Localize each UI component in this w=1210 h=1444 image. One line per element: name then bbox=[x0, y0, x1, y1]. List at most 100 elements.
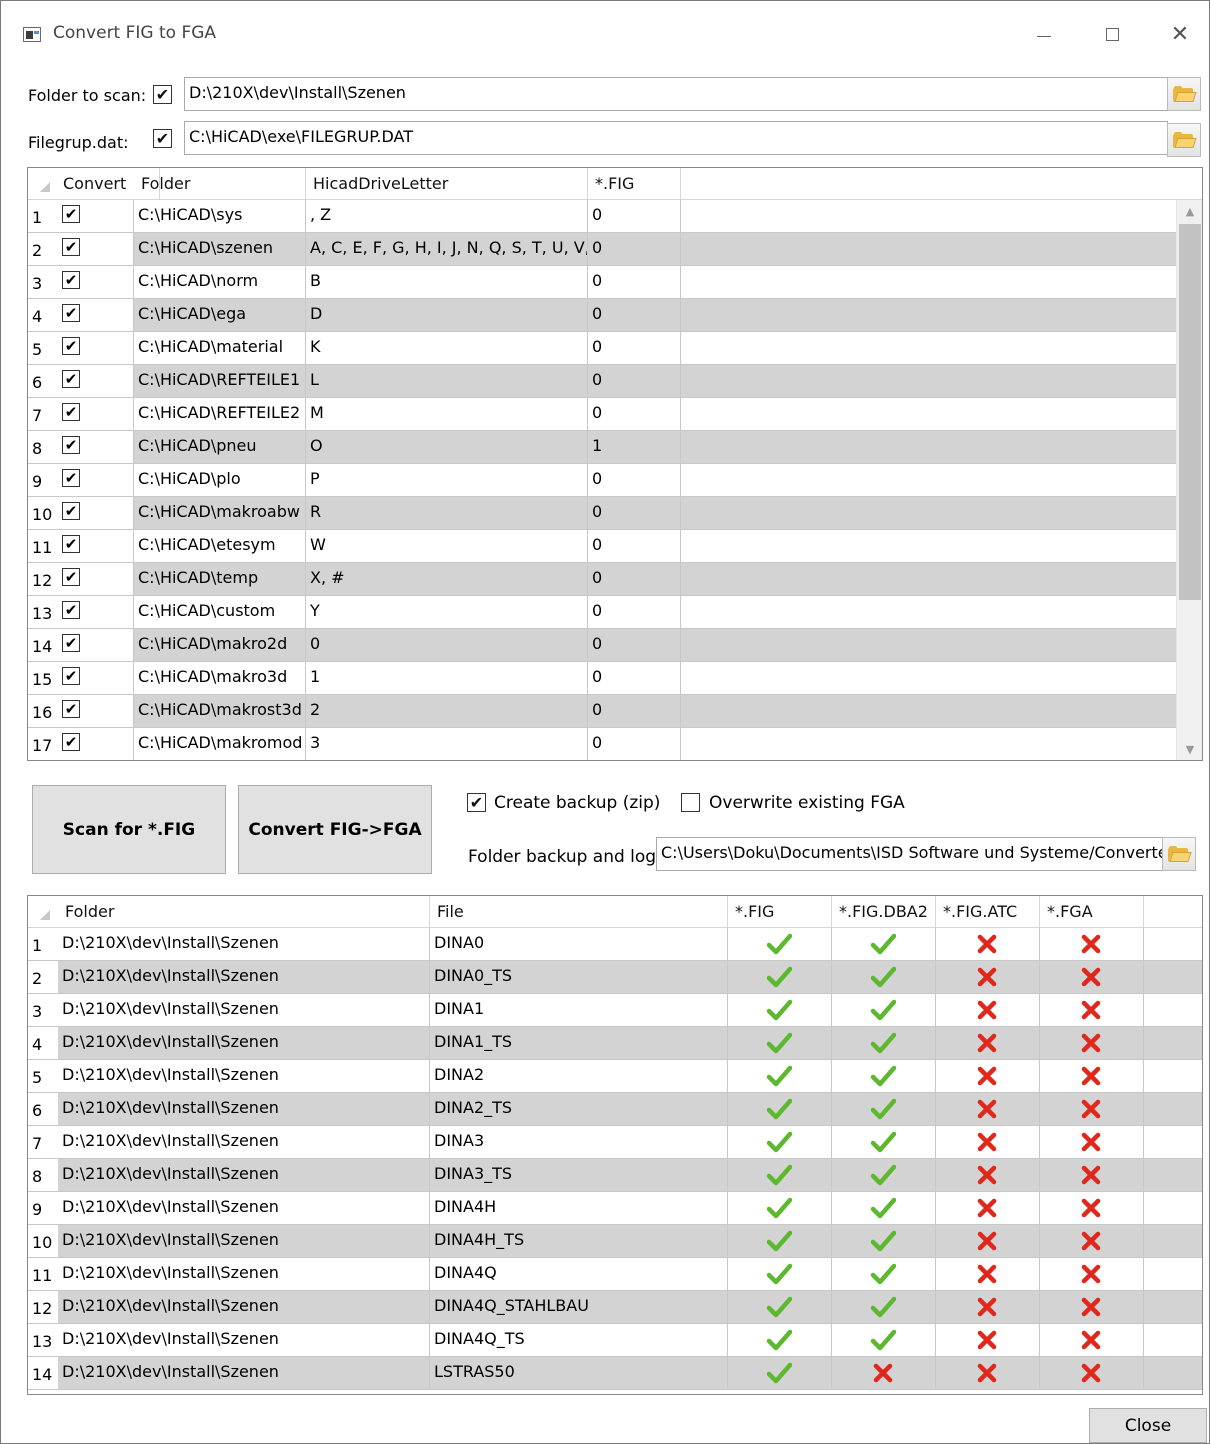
table-row[interactable]: 14 D:\210X\dev\Install\Szenen LSTRAS50 bbox=[28, 1357, 1202, 1390]
convert-checkbox[interactable]: ✔ bbox=[62, 337, 80, 355]
backup-folder-browse-button[interactable] bbox=[1162, 837, 1196, 871]
create-backup-checkbox[interactable]: ✔ bbox=[467, 793, 486, 812]
table-row[interactable]: 7 D:\210X\dev\Install\Szenen DINA3 bbox=[28, 1126, 1202, 1159]
table-row[interactable]: 5 D:\210X\dev\Install\Szenen DINA2 bbox=[28, 1060, 1202, 1093]
convert-checkbox[interactable]: ✔ bbox=[62, 304, 80, 322]
maximize-button[interactable] bbox=[1089, 17, 1135, 51]
table-row[interactable]: 7 ✔ C:\HiCAD\REFTEILE2 M 0 bbox=[28, 398, 1176, 431]
table-row[interactable]: 5 ✔ C:\HiCAD\material K 0 bbox=[28, 332, 1176, 365]
cross-icon bbox=[1081, 1066, 1101, 1086]
close-button[interactable]: Close bbox=[1089, 1408, 1207, 1443]
row-number: 10 bbox=[32, 1233, 53, 1252]
table-row[interactable]: 12 ✔ C:\HiCAD\temp X, #0 bbox=[28, 563, 1176, 596]
cross-icon bbox=[873, 1363, 893, 1383]
scan-button[interactable]: Scan for *.FIG bbox=[32, 785, 226, 874]
scroll-up-icon[interactable]: ▲ bbox=[1177, 200, 1202, 222]
folders-grid-scroll-thumb[interactable] bbox=[1179, 224, 1201, 600]
col-header-file[interactable]: File bbox=[430, 896, 728, 928]
row-number: 11 bbox=[32, 1266, 53, 1285]
convert-checkbox[interactable]: ✔ bbox=[62, 535, 80, 553]
check-icon bbox=[766, 1362, 792, 1384]
table-row[interactable]: 13 D:\210X\dev\Install\Szenen DINA4Q_TS bbox=[28, 1324, 1202, 1357]
table-row[interactable]: 3 D:\210X\dev\Install\Szenen DINA1 bbox=[28, 994, 1202, 1027]
table-row[interactable]: 2 ✔ C:\HiCAD\szenen A, C, E, F, G, H, I, J,… bbox=[28, 233, 1176, 266]
col-header-dba2-status[interactable]: *.FIG.DBA2 bbox=[832, 896, 936, 928]
scan-folder-input[interactable]: D:\210X\dev\Install\Szenen bbox=[184, 77, 1168, 111]
atc-status-cell bbox=[936, 1093, 1040, 1125]
convert-checkbox[interactable]: ✔ bbox=[62, 733, 80, 751]
convert-checkbox[interactable]: ✔ bbox=[62, 205, 80, 223]
table-row[interactable]: 6 D:\210X\dev\Install\Szenen DINA2_TS bbox=[28, 1093, 1202, 1126]
table-row[interactable]: 2 D:\210X\dev\Install\Szenen DINA0_TS bbox=[28, 961, 1202, 994]
table-row[interactable]: 9 ✔ C:\HiCAD\plo P 0 bbox=[28, 464, 1176, 497]
table-row[interactable]: 1 D:\210X\dev\Install\Szenen DINA0 bbox=[28, 928, 1202, 961]
convert-checkbox[interactable]: ✔ bbox=[62, 568, 80, 586]
table-row[interactable]: 11 D:\210X\dev\Install\Szenen DINA4Q bbox=[28, 1258, 1202, 1291]
convert-checkbox[interactable]: ✔ bbox=[62, 271, 80, 289]
table-row[interactable]: 3 ✔ C:\HiCAD\norm B 0 bbox=[28, 266, 1176, 299]
convert-checkbox[interactable]: ✔ bbox=[62, 370, 80, 388]
scan-folder-checkbox[interactable]: ✔ bbox=[153, 85, 172, 104]
convert-cell: ✔ bbox=[56, 464, 134, 496]
table-row[interactable]: 10 ✔ C:\HiCAD\makroabw R 0 bbox=[28, 497, 1176, 530]
table-row[interactable]: 12 D:\210X\dev\Install\Szenen DINA4Q_STAHL… bbox=[28, 1291, 1202, 1324]
filegrup-browse-button[interactable] bbox=[1167, 123, 1201, 157]
table-row[interactable]: 8 ✔ C:\HiCAD\pneu O 1 bbox=[28, 431, 1176, 464]
convert-checkbox[interactable]: ✔ bbox=[62, 601, 80, 619]
col-header-file-folder[interactable]: Folder bbox=[58, 896, 430, 928]
folders-grid-scrollbar[interactable]: ▲ ▼ bbox=[1176, 200, 1202, 760]
file-folder-cell: D:\210X\dev\Install\Szenen bbox=[58, 1093, 430, 1125]
convert-checkbox[interactable]: ✔ bbox=[62, 403, 80, 421]
col-header-folder[interactable]: Folder bbox=[134, 168, 306, 200]
drive-letter-cell: L bbox=[306, 365, 588, 397]
table-row[interactable]: 17 ✔ C:\HiCAD\makromod 3 0 bbox=[28, 728, 1176, 760]
table-row[interactable]: 4 ✔ C:\HiCAD\ega D 0 bbox=[28, 299, 1176, 332]
select-all-corner[interactable] bbox=[40, 910, 50, 920]
main-window: Convert FIG to FGA ✕ Folder to scan: ✔ D… bbox=[0, 0, 1210, 1444]
table-row[interactable]: 10 D:\210X\dev\Install\Szenen DINA4H_TS bbox=[28, 1225, 1202, 1258]
scan-folder-browse-button[interactable] bbox=[1167, 77, 1201, 111]
table-row[interactable]: 11 ✔ C:\HiCAD\etesym W 0 bbox=[28, 530, 1176, 563]
filegrup-row: Filegrup.dat: ✔ C:\HiCAD\exe\FILEGRUP.DA… bbox=[1, 121, 1209, 157]
file-folder-cell: D:\210X\dev\Install\Szenen bbox=[58, 1225, 430, 1257]
col-header-fga-status[interactable]: *.FGA bbox=[1040, 896, 1144, 928]
convert-checkbox[interactable]: ✔ bbox=[62, 700, 80, 718]
convert-checkbox[interactable]: ✔ bbox=[62, 667, 80, 685]
table-row[interactable]: 8 D:\210X\dev\Install\Szenen DINA3_TS bbox=[28, 1159, 1202, 1192]
fig-status-cell bbox=[728, 994, 832, 1026]
filegrup-input[interactable]: C:\HiCAD\exe\FILEGRUP.DAT bbox=[184, 121, 1168, 155]
col-header-fig[interactable]: *.FIG bbox=[588, 168, 681, 200]
cross-icon bbox=[977, 1132, 997, 1152]
convert-checkbox[interactable]: ✔ bbox=[62, 502, 80, 520]
table-row[interactable]: 14 ✔ C:\HiCAD\makro2d 0 0 bbox=[28, 629, 1176, 662]
table-row[interactable]: 13 ✔ C:\HiCAD\custom Y 0 bbox=[28, 596, 1176, 629]
convert-checkbox[interactable]: ✔ bbox=[62, 238, 80, 256]
cross-icon bbox=[1081, 1198, 1101, 1218]
select-all-corner[interactable] bbox=[40, 182, 50, 192]
convert-button[interactable]: Convert FIG->FGA bbox=[238, 785, 432, 874]
drive-letter-cell: K bbox=[306, 332, 588, 364]
check-icon bbox=[870, 1230, 896, 1252]
fig-count-cell: 0 bbox=[588, 662, 681, 694]
table-row[interactable]: 6 ✔ C:\HiCAD\REFTEILE1 L 0 bbox=[28, 365, 1176, 398]
overwrite-checkbox[interactable] bbox=[681, 793, 700, 812]
close-window-button[interactable]: ✕ bbox=[1157, 17, 1203, 51]
table-row[interactable]: 4 D:\210X\dev\Install\Szenen DINA1_TS bbox=[28, 1027, 1202, 1060]
fig-status-cell bbox=[728, 1159, 832, 1191]
file-name-cell: DINA1_TS bbox=[430, 1027, 728, 1059]
col-header-atc-status[interactable]: *.FIG.ATC bbox=[936, 896, 1040, 928]
convert-checkbox[interactable]: ✔ bbox=[62, 469, 80, 487]
col-header-drive-letter[interactable]: HicadDriveLetter bbox=[306, 168, 588, 200]
minimize-button[interactable] bbox=[1021, 17, 1067, 51]
table-row[interactable]: 9 D:\210X\dev\Install\Szenen DINA4H bbox=[28, 1192, 1202, 1225]
convert-checkbox[interactable]: ✔ bbox=[62, 634, 80, 652]
convert-checkbox[interactable]: ✔ bbox=[62, 436, 80, 454]
backup-folder-input[interactable]: C:\Users\Doku\Documents\ISD Software und… bbox=[656, 837, 1164, 871]
table-row[interactable]: 15 ✔ C:\HiCAD\makro3d 1 0 bbox=[28, 662, 1176, 695]
filegrup-checkbox[interactable]: ✔ bbox=[153, 129, 172, 148]
check-icon bbox=[766, 1197, 792, 1219]
scroll-down-icon[interactable]: ▼ bbox=[1177, 738, 1202, 760]
col-header-fig-status[interactable]: *.FIG bbox=[728, 896, 832, 928]
table-row[interactable]: 16 ✔ C:\HiCAD\makrost3d 2 0 bbox=[28, 695, 1176, 728]
table-row[interactable]: 1 ✔ C:\HiCAD\sys, Z0 bbox=[28, 200, 1176, 233]
